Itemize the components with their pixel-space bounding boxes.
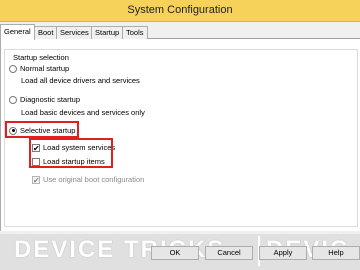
title-bar[interactable]: System Configuration (0, 0, 360, 22)
startup-selection-label: Startup selection (11, 53, 71, 62)
use-original-boot-config-label: Use original boot configuration (43, 175, 145, 184)
tab-strip: General Boot Services Startup Tools (0, 24, 360, 40)
ok-button[interactable]: OK (151, 246, 199, 260)
apply-button[interactable]: Apply (259, 246, 307, 260)
checkmark-icon: ✔ (32, 175, 40, 185)
normal-startup-desc: Load all device drivers and services (21, 76, 140, 85)
tab-boot[interactable]: Boot (34, 26, 58, 39)
radio-icon (9, 64, 17, 73)
help-button[interactable]: Help (312, 246, 360, 260)
tab-tools[interactable]: Tools (122, 26, 148, 39)
tab-services[interactable]: Services (56, 26, 93, 39)
radio-icon (9, 95, 17, 104)
tab-general[interactable]: General (0, 24, 35, 40)
window-title: System Configuration (127, 4, 233, 16)
normal-startup-label: Normal startup (20, 64, 70, 73)
normal-startup-radio[interactable]: Normal startup (9, 64, 69, 73)
diagnostic-startup-radio[interactable]: Diagnostic startup (9, 95, 80, 104)
highlight-box-checkboxes (29, 138, 113, 168)
diagnostic-startup-desc: Load basic devices and services only (21, 108, 145, 117)
highlight-box-selective (5, 121, 79, 138)
diagnostic-startup-label: Diagnostic startup (20, 95, 81, 104)
cancel-button[interactable]: Cancel (205, 246, 253, 260)
use-original-boot-config-checkbox: ✔ Use original boot configuration (32, 175, 144, 184)
tab-startup[interactable]: Startup (91, 26, 124, 39)
